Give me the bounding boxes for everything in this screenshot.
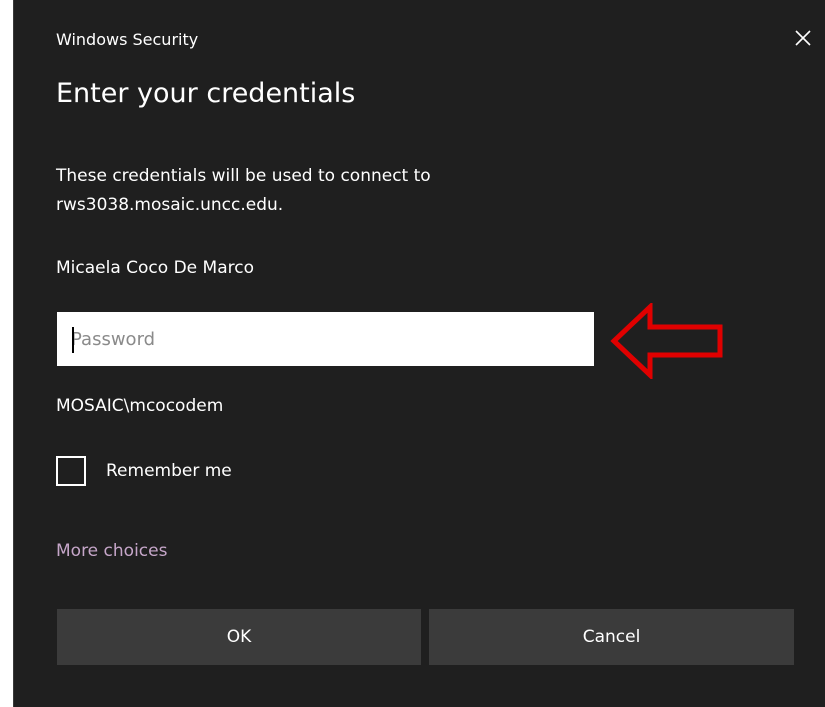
remember-me-checkbox-row[interactable]: Remember me <box>56 456 232 486</box>
cancel-button[interactable]: Cancel <box>429 609 794 665</box>
close-icon <box>795 30 811 46</box>
close-button[interactable] <box>787 22 819 54</box>
domain-username: MOSAIC\mcocodem <box>56 396 224 416</box>
password-input[interactable] <box>57 312 594 366</box>
left-arrow-icon <box>610 303 723 379</box>
username-label: Micaela Coco De Marco <box>56 258 254 278</box>
ok-button[interactable]: OK <box>57 609 421 665</box>
remember-me-checkbox[interactable] <box>56 456 86 486</box>
title-bar: Windows Security <box>14 0 825 78</box>
window-title: Windows Security <box>56 30 199 49</box>
dialog-heading: Enter your credentials <box>56 78 356 109</box>
dialog-description: These credentials will be used to connec… <box>56 166 431 215</box>
remember-me-label[interactable]: Remember me <box>106 461 232 481</box>
credentials-dialog: Windows Security Enter your credentials … <box>13 0 825 707</box>
more-choices-link[interactable]: More choices <box>56 541 167 561</box>
text-caret <box>72 327 74 353</box>
